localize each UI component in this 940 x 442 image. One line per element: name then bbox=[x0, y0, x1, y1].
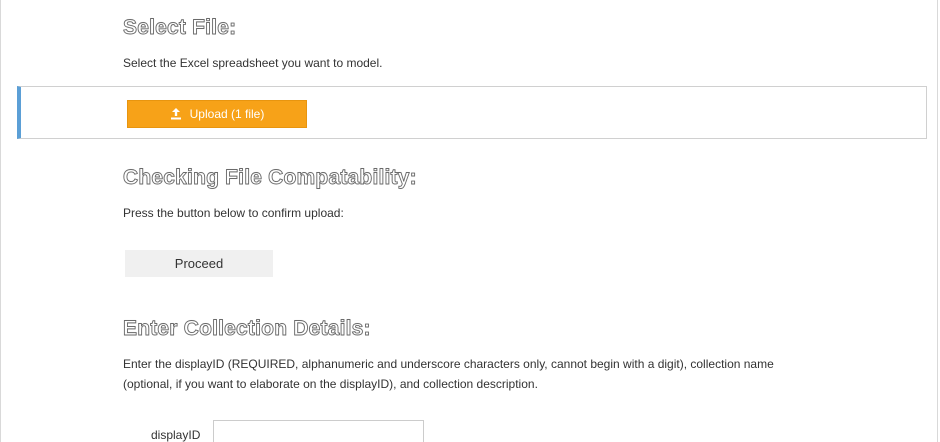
collection-heading: Enter Collection Details: bbox=[123, 317, 371, 341]
collection-description-line2: (optional, if you want to elaborate on t… bbox=[123, 377, 538, 391]
display-id-row: displayID bbox=[151, 420, 424, 442]
select-file-section: Select File: bbox=[123, 16, 237, 40]
upload-button-label: Upload (1 file) bbox=[189, 107, 265, 121]
collection-section: Enter Collection Details: bbox=[123, 317, 371, 341]
page: Select File: Select the Excel spreadshee… bbox=[0, 0, 938, 442]
select-file-description-wrap: Select the Excel spreadsheet you want to… bbox=[123, 53, 382, 73]
compatibility-heading: Checking File Compatability: bbox=[123, 166, 418, 190]
collection-description-wrap: Enter the displayID (REQUIRED, alphanume… bbox=[123, 354, 923, 394]
compatibility-description-wrap: Press the button below to confirm upload… bbox=[123, 203, 344, 223]
display-id-label: displayID bbox=[151, 428, 201, 442]
compatibility-section: Checking File Compatability: bbox=[123, 166, 418, 190]
display-id-input[interactable] bbox=[213, 420, 424, 442]
select-file-heading: Select File: bbox=[123, 16, 237, 40]
compatibility-description: Press the button below to confirm upload… bbox=[123, 206, 344, 220]
collection-description-line1: Enter the displayID (REQUIRED, alphanume… bbox=[123, 357, 774, 371]
upload-icon bbox=[170, 108, 181, 120]
proceed-button[interactable]: Proceed bbox=[125, 250, 273, 277]
upload-panel: Upload (1 file) bbox=[17, 86, 927, 139]
upload-button[interactable]: Upload (1 file) bbox=[127, 100, 307, 128]
proceed-button-label: Proceed bbox=[174, 256, 224, 271]
select-file-description: Select the Excel spreadsheet you want to… bbox=[123, 56, 383, 70]
